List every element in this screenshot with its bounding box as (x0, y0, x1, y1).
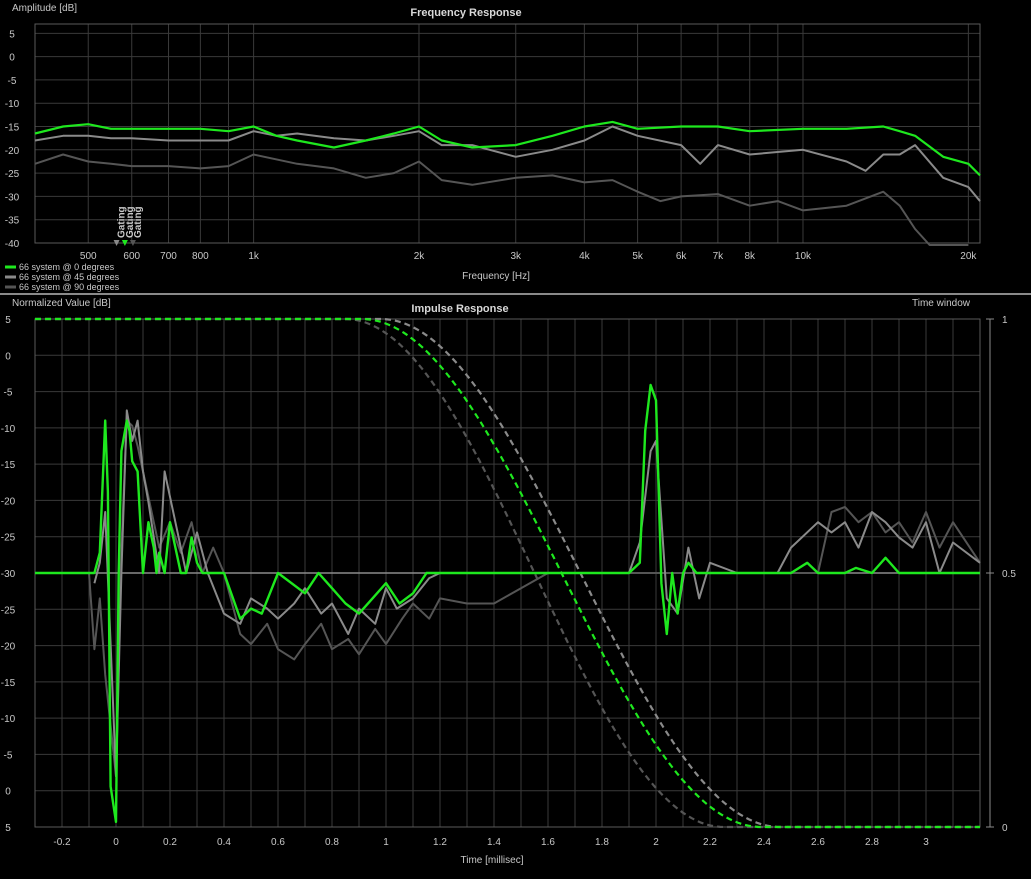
frequency-response-chart[interactable]: Amplitude [dB] Frequency Response Freque… (0, 0, 1031, 293)
fr-xlabel: Frequency [Hz] (462, 271, 530, 282)
ir-y-tick-label: 5 (5, 315, 11, 326)
ir-y-tick-label: -5 (4, 388, 13, 399)
ir-y2label: Time window (912, 298, 971, 309)
ir-y-tick-label: 0 (5, 351, 11, 362)
fr-x-tick-label: 700 (160, 251, 177, 262)
ir-y-tick-label: 5 (5, 823, 11, 834)
fr-x-tick-label: 1k (248, 251, 260, 262)
ir-series-line (35, 383, 980, 824)
ir-x-tick-label: 2 (653, 837, 659, 848)
ir-right-tick-label: 0 (1002, 823, 1008, 834)
fr-x-tick-label: 8k (744, 251, 756, 262)
fr-y-tick-label: -30 (5, 192, 20, 203)
ir-x-tick-label: 1.2 (433, 837, 447, 848)
ir-x-tick-label: 0 (113, 837, 119, 848)
ir-y-tick-label: -15 (1, 460, 16, 471)
ir-y-tick-label: -10 (1, 424, 16, 435)
fr-y-tick-label: -5 (8, 76, 17, 87)
ir-y-tick-label: -20 (1, 642, 16, 653)
ir-x-tick-label: 2.6 (811, 837, 825, 848)
ir-x-tick-label: 2.4 (757, 837, 771, 848)
ir-right-tick-label: 0.5 (1002, 569, 1016, 580)
ir-xlabel: Time [millisec] (461, 855, 524, 866)
ir-x-tick-label: 1.6 (541, 837, 555, 848)
fr-y-tick-label: -15 (5, 123, 20, 134)
fr-x-tick-label: 500 (80, 251, 97, 262)
ir-x-tick-label: 0.6 (271, 837, 285, 848)
ir-x-tick-label: 3 (923, 837, 929, 848)
ir-y-tick-label: -20 (1, 496, 16, 507)
fr-y-tick-label: -20 (5, 146, 20, 157)
ir-x-tick-label: -0.2 (53, 837, 71, 848)
fr-y-tick-label: 0 (9, 53, 15, 64)
fr-x-tick-label: 5k (632, 251, 644, 262)
ir-ylabel: Normalized Value [dB] (12, 298, 111, 309)
ir-y-tick-label: 0 (5, 787, 11, 798)
fr-x-tick-label: 800 (192, 251, 209, 262)
fr-series-line (34, 153, 969, 246)
fr-y-tick-label: -25 (5, 169, 20, 180)
fr-x-tick-label: 2k (414, 251, 426, 262)
fr-y-tick-label: -40 (5, 239, 20, 250)
fr-x-tick-label: 600 (123, 251, 140, 262)
ir-y-tick-label: -5 (4, 750, 13, 761)
fr-y-tick-label: -35 (5, 216, 20, 227)
ir-title: Impulse Response (411, 303, 508, 315)
fr-x-tick-label: 7k (713, 251, 725, 262)
ir-x-tick-label: 1.4 (487, 837, 501, 848)
ir-x-tick-label: 1.8 (595, 837, 609, 848)
fr-legend-label: 66 system @ 45 degrees (19, 272, 120, 282)
fr-legend-label: 66 system @ 90 degrees (19, 282, 120, 292)
fr-y-tick-label: 5 (9, 29, 15, 40)
fr-legend-label: 66 system @ 0 degrees (19, 262, 115, 272)
fr-x-tick-label: 4k (579, 251, 591, 262)
fr-x-tick-label: 10k (795, 251, 812, 262)
fr-y-tick-label: -10 (5, 99, 20, 110)
fr-x-tick-label: 6k (676, 251, 688, 262)
ir-y-tick-label: -25 (1, 605, 16, 616)
ir-x-tick-label: 1 (383, 837, 389, 848)
ir-y-tick-label: -10 (1, 714, 16, 725)
ir-y-tick-label: -15 (1, 678, 16, 689)
fr-x-tick-label: 20k (960, 251, 977, 262)
ir-y-tick-label: -25 (1, 533, 16, 544)
impulse-response-chart[interactable]: Normalized Value [dB] Impulse Response T… (0, 295, 1031, 879)
fr-series-line (34, 125, 981, 202)
ir-x-tick-label: 0.4 (217, 837, 231, 848)
ir-series-line (88, 419, 981, 778)
ir-series-line (93, 409, 981, 778)
ir-right-tick-label: 1 (1002, 315, 1008, 326)
measurement-window: Amplitude [dB] Frequency Response Freque… (0, 0, 1031, 879)
fr-x-tick-label: 3k (510, 251, 522, 262)
ir-x-tick-label: 0.8 (325, 837, 339, 848)
gating-marker-label: Gating (133, 206, 144, 238)
ir-x-tick-label: 0.2 (163, 837, 177, 848)
ir-x-tick-label: 2.8 (865, 837, 879, 848)
ir-x-tick-label: 2.2 (703, 837, 717, 848)
fr-ylabel: Amplitude [dB] (12, 3, 77, 14)
fr-title: Frequency Response (410, 7, 521, 19)
ir-y-tick-label: -30 (1, 569, 16, 580)
